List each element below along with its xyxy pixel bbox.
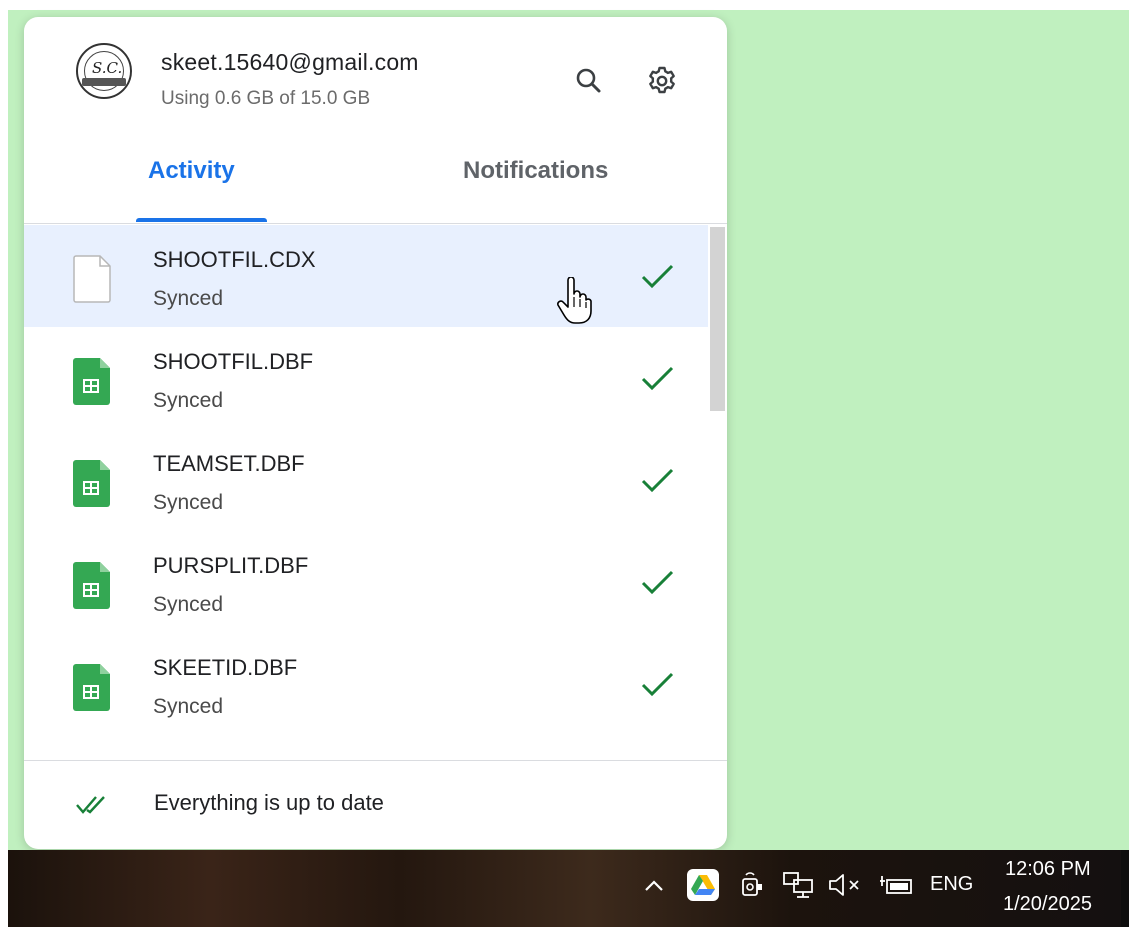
search-button[interactable] xyxy=(571,63,607,99)
drive-activity-popup: S.C. skeet.15640@gmail.com Using 0.6 GB … xyxy=(24,17,727,849)
file-name: SHOOTFIL.DBF xyxy=(153,349,314,374)
spreadsheet-icon xyxy=(73,664,110,711)
file-icon xyxy=(73,255,111,303)
sync-status: Synced xyxy=(153,287,224,310)
tab-activity[interactable]: Activity xyxy=(148,157,235,185)
activity-list: SHOOTFIL.CDX Synced SHOOTFIL.DBF Synced xyxy=(24,225,727,755)
check-icon xyxy=(641,468,674,493)
sync-status: Synced xyxy=(153,389,224,412)
sync-status: Synced xyxy=(153,491,224,514)
file-name: SKEETID.DBF xyxy=(153,655,298,680)
file-name: SHOOTFIL.CDX xyxy=(153,247,316,272)
settings-button[interactable] xyxy=(644,63,680,99)
taskbar-edge xyxy=(1121,850,1129,927)
spreadsheet-icon xyxy=(73,358,110,405)
list-item[interactable]: TEAMSET.DBF Synced xyxy=(24,429,708,531)
tab-notifications[interactable]: Notifications xyxy=(463,157,608,185)
search-icon xyxy=(576,68,601,93)
active-tab-indicator xyxy=(136,218,267,222)
spreadsheet-icon xyxy=(73,562,110,609)
file-name: TEAMSET.DBF xyxy=(153,451,305,476)
google-drive-icon[interactable] xyxy=(686,868,720,902)
desktop: S.C. skeet.15640@gmail.com Using 0.6 GB … xyxy=(0,0,1137,927)
network-icon[interactable] xyxy=(782,870,816,900)
storage-usage: Using 0.6 GB of 15.0 GB xyxy=(161,88,371,109)
chevron-up-icon[interactable] xyxy=(640,872,668,900)
check-icon xyxy=(641,672,674,697)
scrollbar-thumb[interactable] xyxy=(710,227,725,411)
list-item[interactable]: SHOOTFIL.CDX Synced xyxy=(24,225,708,327)
account-email: skeet.15640@gmail.com xyxy=(161,49,419,75)
check-icon xyxy=(641,570,674,595)
sync-summary: Everything is up to date xyxy=(154,790,384,815)
check-icon xyxy=(641,366,674,391)
clock-time[interactable]: 12:06 PM xyxy=(1005,858,1091,881)
double-check-icon xyxy=(76,796,105,814)
account-header: S.C. skeet.15640@gmail.com Using 0.6 GB … xyxy=(24,17,727,242)
sync-status: Synced xyxy=(153,695,224,718)
volume-muted-icon[interactable] xyxy=(826,870,866,900)
spreadsheet-icon xyxy=(73,460,110,507)
battery-charging-icon[interactable] xyxy=(878,872,914,898)
footer-divider xyxy=(24,760,727,761)
clock-date[interactable]: 1/20/2025 xyxy=(1003,893,1092,916)
list-item[interactable]: PURSPLIT.DBF Synced xyxy=(24,531,708,633)
gear-icon xyxy=(649,66,675,94)
language-indicator[interactable]: ENG xyxy=(930,873,973,896)
camera-icon[interactable] xyxy=(738,869,766,901)
list-item[interactable]: SKEETID.DBF Synced xyxy=(24,633,708,735)
sync-status: Synced xyxy=(153,593,224,616)
avatar[interactable]: S.C. xyxy=(76,43,132,99)
file-name: PURSPLIT.DBF xyxy=(153,553,309,578)
tabs-divider xyxy=(24,223,727,224)
list-item[interactable]: SHOOTFIL.DBF Synced xyxy=(24,327,708,429)
check-icon xyxy=(641,264,674,289)
hand-cursor-icon xyxy=(557,277,592,324)
